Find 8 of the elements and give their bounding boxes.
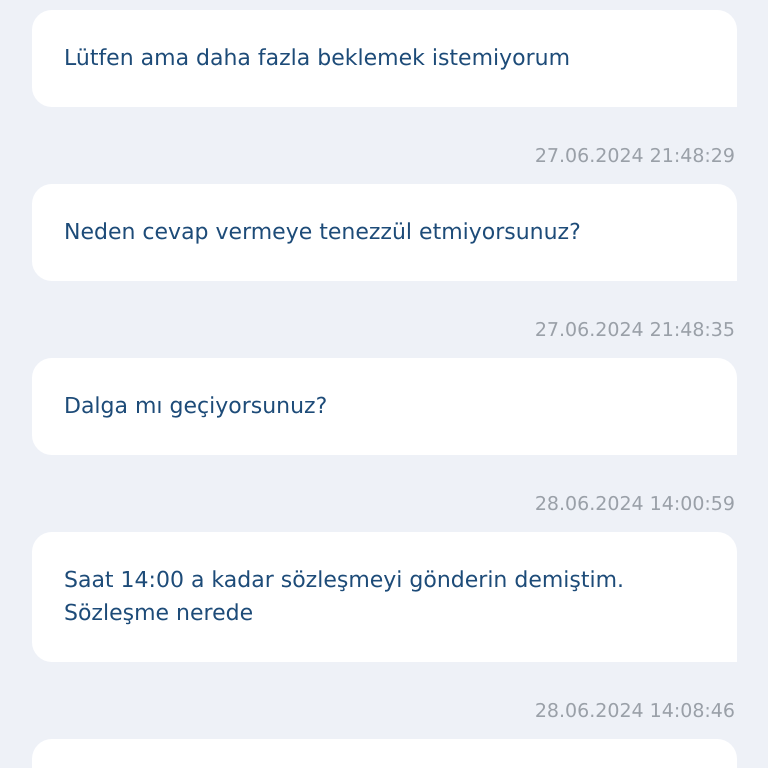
message-timestamp: 28.06.2024 14:08:46 xyxy=(534,699,735,723)
message-timestamp: 28.06.2024 14:00:59 xyxy=(534,492,735,516)
message-text: Saat 14:00 a kadar sözleşmeyi gönderin demiştim. Sözleşme nerede xyxy=(64,567,626,628)
message-timestamp: 27.06.2024 21:48:29 xyxy=(534,144,735,168)
message-timestamp: 27.06.2024 21:48:35 xyxy=(534,318,735,342)
message-text: Dalga mı geçiyorsunuz? xyxy=(64,393,328,421)
message-text: Lütfen ama daha fazla beklemek istemiyorum xyxy=(64,45,572,73)
message-text: Neden cevap vermeye tenezzül etmiyorsunuz? xyxy=(64,219,582,247)
